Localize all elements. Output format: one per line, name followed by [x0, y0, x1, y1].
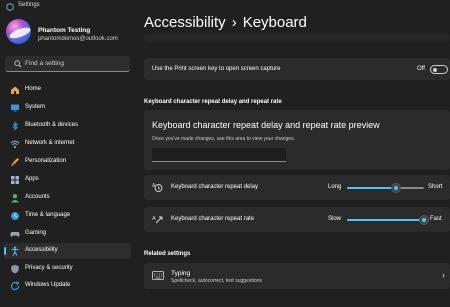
keyboard-delay-icon: A	[152, 183, 163, 192]
repeat-section-header: Keyboard character repeat delay and repe…	[144, 99, 282, 105]
print-screen-label: Use the Print screen key to open screen …	[152, 66, 281, 72]
repeat-rate-label: Keyboard character repeat rate	[171, 216, 255, 222]
repeat-rate-slider[interactable]	[347, 215, 429, 225]
sidebar-item-label: Windows Update	[25, 282, 71, 288]
sidebar-item-apps[interactable]: Apps	[4, 172, 131, 188]
svg-text:A: A	[152, 216, 156, 222]
wifi-icon	[10, 140, 20, 148]
sidebar-item-bluetooth[interactable]: Bluetooth & devices	[4, 118, 131, 134]
repeat-delay-row: A Keyboard character repeat delay Long S…	[144, 175, 450, 200]
user-email: phantomdemos@outlook.com	[38, 36, 118, 42]
monitor-icon	[11, 104, 19, 112]
print-screen-row: Use the Print screen key to open screen …	[144, 58, 450, 80]
search-icon	[14, 60, 22, 68]
shield-icon	[11, 264, 19, 274]
gamepad-icon	[10, 232, 20, 237]
sidebar-item-privacy-security[interactable]: Privacy & security	[4, 261, 131, 277]
bluetooth-icon	[12, 121, 18, 131]
preview-text-field[interactable]	[152, 148, 286, 162]
repeat-rate-slider-fill	[347, 219, 424, 221]
sidebar-item-label: Privacy & security	[25, 265, 73, 271]
active-indicator	[4, 247, 6, 255]
accessibility-icon	[11, 246, 19, 256]
typing-subtitle: Spellcheck, autocorrect, text suggestion…	[171, 278, 262, 284]
typing-title: Typing	[171, 270, 191, 277]
sidebar-item-label: Home	[25, 86, 42, 92]
home-icon	[11, 86, 19, 94]
sidebar-item-label: Bluetooth & devices	[25, 122, 79, 128]
repeat-rate-min-label: Slow	[328, 216, 342, 222]
chevron-right-icon: ›	[442, 270, 445, 280]
search-input[interactable]: Find a setting	[5, 56, 130, 72]
sidebar-item-windows-update[interactable]: Windows Update	[4, 278, 131, 294]
page-title: Keyboard	[242, 14, 307, 31]
sidebar-item-label: Personalization	[25, 158, 67, 164]
preview-hint: Once you've made changes, use this area …	[152, 136, 295, 142]
user-name: Phantom Testing	[38, 27, 91, 34]
sidebar-item-accessibility[interactable]: Accessibility	[4, 243, 131, 259]
sidebar-item-label: Time & language	[25, 212, 71, 218]
sidebar-item-gaming[interactable]: Gaming	[4, 226, 131, 242]
repeat-delay-slider-thumb[interactable]	[390, 183, 401, 193]
typing-row[interactable]: Typing Spellcheck, autocorrect, text sug…	[144, 263, 450, 289]
sidebar-item-network[interactable]: Network & internet	[4, 136, 131, 152]
preview-title: Keyboard character repeat delay and repe…	[152, 120, 380, 130]
breadcrumb-parent[interactable]: Accessibility	[144, 14, 226, 31]
repeat-delay-slider[interactable]	[347, 183, 424, 193]
refresh-icon	[10, 281, 20, 291]
avatar[interactable]	[6, 19, 31, 44]
sidebar-item-time-language[interactable]: Time & language	[4, 208, 131, 224]
repeat-delay-label: Keyboard character repeat delay	[171, 184, 259, 190]
related-settings-header: Related settings	[144, 251, 191, 257]
previous-setting-row	[144, 34, 450, 42]
sidebar-item-label: Apps	[25, 176, 39, 182]
sidebar-item-label: Network & internet	[25, 140, 75, 146]
sidebar-item-home[interactable]: Home	[4, 82, 131, 98]
repeat-delay-slider-fill	[347, 187, 396, 189]
brush-icon	[11, 158, 19, 167]
repeat-rate-row: A Keyboard character repeat rate Slow Fa…	[144, 207, 450, 232]
title-bar: Settings	[0, 0, 450, 14]
apps-icon	[11, 176, 19, 184]
sidebar-item-accounts[interactable]: Accounts	[4, 190, 131, 206]
window-title: Settings	[18, 2, 40, 8]
sidebar-item-label: Accounts	[25, 194, 50, 200]
keyboard-icon	[152, 271, 164, 280]
person-icon	[11, 194, 19, 203]
toggle-knob	[433, 67, 437, 72]
breadcrumb-separator: ›	[231, 14, 237, 31]
svg-text:A: A	[152, 183, 156, 189]
print-screen-state: Off	[417, 66, 425, 72]
repeat-delay-max-label: Short	[428, 184, 443, 190]
globe-clock-icon	[11, 212, 19, 220]
sidebar-item-label: Accessibility	[25, 247, 58, 253]
repeat-delay-min-label: Long	[328, 184, 342, 190]
repeat-rate-slider-thumb[interactable]	[419, 215, 429, 225]
search-placeholder: Find a setting	[25, 60, 65, 67]
sidebar-item-label: Gaming	[25, 230, 47, 236]
sidebar-item-label: System	[25, 104, 46, 110]
breadcrumb: Accessibility › Keyboard	[144, 14, 307, 31]
sidebar-item-system[interactable]: System	[4, 100, 131, 116]
repeat-rate-max-label: Fast	[430, 216, 442, 222]
keyboard-rate-icon: A	[152, 216, 163, 224]
settings-app-icon	[6, 3, 14, 11]
print-screen-toggle[interactable]	[430, 65, 448, 74]
sidebar-item-personalization[interactable]: Personalization	[4, 154, 131, 170]
